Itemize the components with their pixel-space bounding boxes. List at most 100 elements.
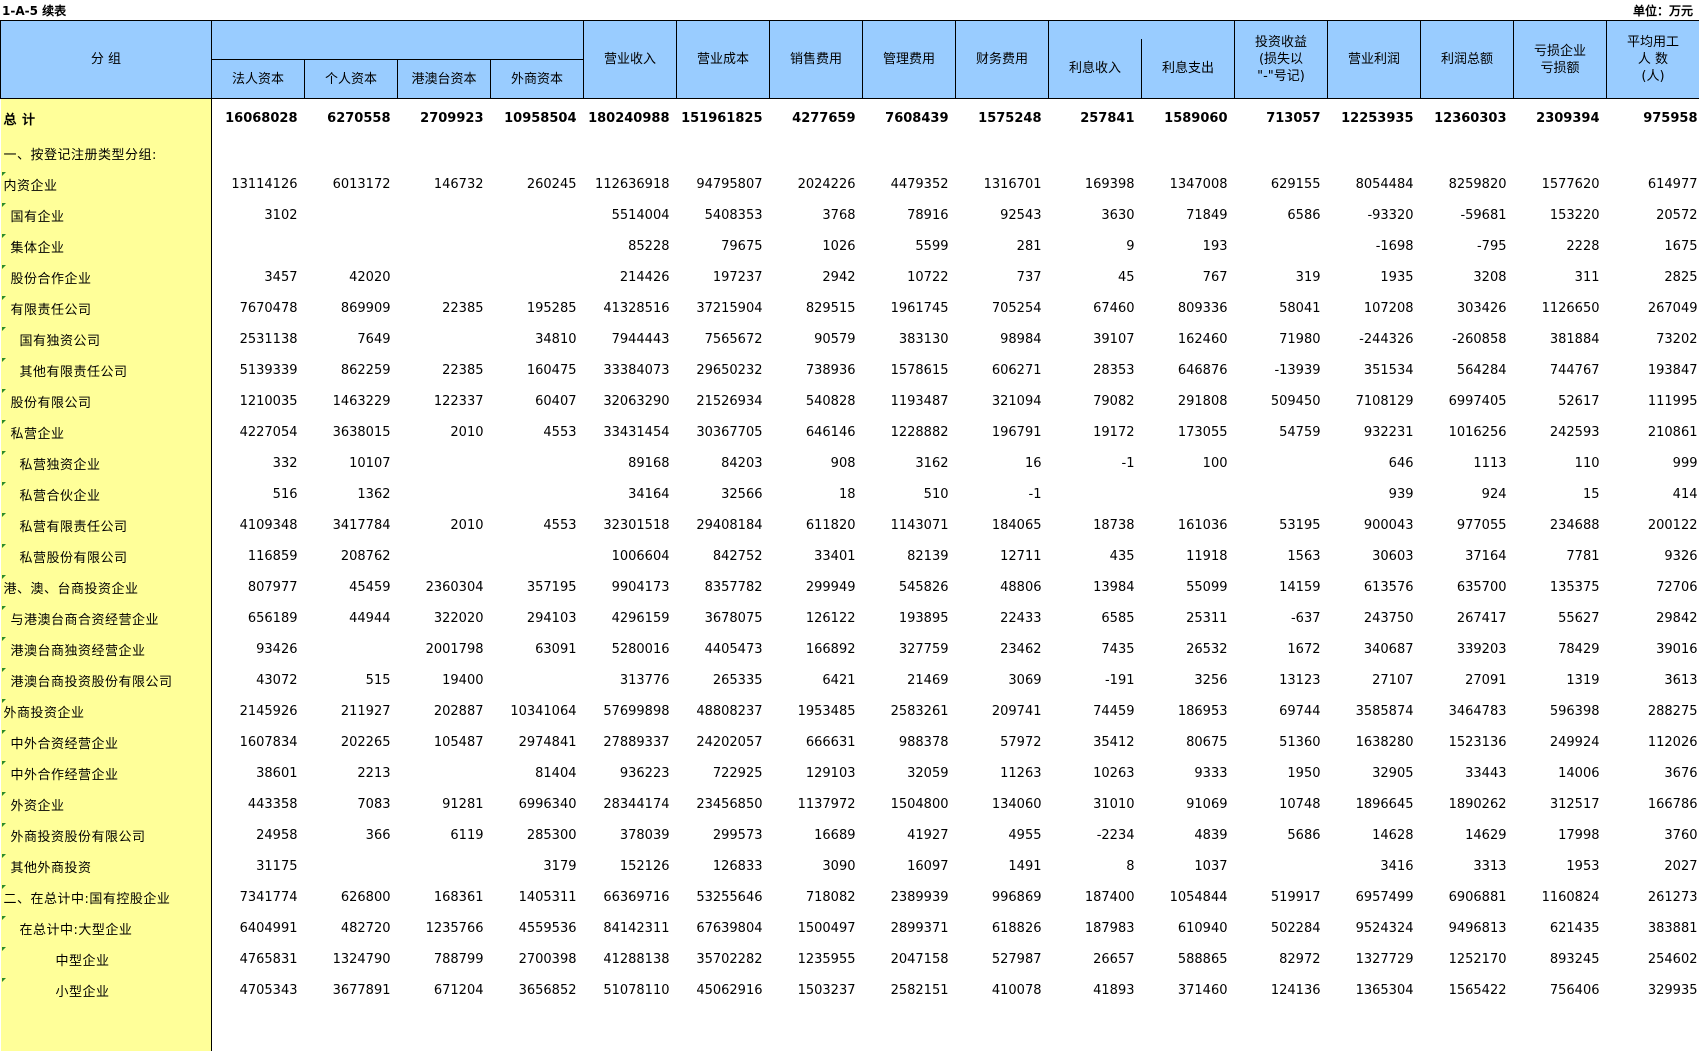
table-cell [1234, 479, 1328, 510]
header-interest-income: 利息收入 [1048, 38, 1142, 99]
header-group: 分 组 [0, 20, 212, 99]
table-cell [211, 138, 305, 169]
table-cell: 1316701 [955, 169, 1049, 200]
table-cell: 91281 [397, 789, 491, 820]
table-cell: 211927 [304, 696, 398, 727]
table-cell: 31175 [211, 851, 305, 882]
table-cell: 988378 [862, 727, 956, 758]
table-cell: 869909 [304, 293, 398, 324]
table-cell: 11918 [1141, 541, 1235, 572]
table-cell: 45 [1048, 262, 1142, 293]
table-cell: 3760 [1606, 820, 1699, 851]
table-cell: 722925 [676, 758, 770, 789]
table-cell: 5139339 [211, 355, 305, 386]
table-cell: 152126 [583, 851, 677, 882]
table-cell: 299573 [676, 820, 770, 851]
table-cell: 112636918 [583, 169, 677, 200]
table-cell: 10263 [1048, 758, 1142, 789]
table-cell: 1953485 [769, 696, 863, 727]
table-cell: 1324790 [304, 944, 398, 975]
table-cell: 10722 [862, 262, 956, 293]
table-cell: 90579 [769, 324, 863, 355]
table-cell: 57699898 [583, 696, 677, 727]
table-cell: 260245 [490, 169, 584, 200]
table-cell: 82139 [862, 541, 956, 572]
table-cell: 1896645 [1327, 789, 1421, 820]
table-cell: 613576 [1327, 572, 1421, 603]
table-cell: 55099 [1141, 572, 1235, 603]
table-cell: 2047158 [862, 944, 956, 975]
table-cell: 527987 [955, 944, 1049, 975]
table-cell: 294103 [490, 603, 584, 634]
table-cell: 1935 [1327, 262, 1421, 293]
table-header: 分 组 营业收入 营业成本 销售费用 管理费用 财务费用 投资收益 (损失以 "… [0, 20, 1699, 99]
table-cell: 173055 [1141, 417, 1235, 448]
table-row: 中外合作经营企业 38601 2213 81404 936223 722925 129103… [0, 758, 1699, 789]
table-cell: 94795807 [676, 169, 770, 200]
table-cell [397, 1006, 491, 1051]
table-cell: 3638015 [304, 417, 398, 448]
table-row: 国有企业 3102 5514004 5408353 3768 78916 92543 3630… [0, 200, 1699, 231]
row-label: 港、澳、台商投资企业 [0, 572, 212, 603]
header-revenue: 营业收入 [583, 20, 677, 99]
table-row: 股份合作企业 3457 42020 214426 197237 2942 10722 737 4… [0, 262, 1699, 293]
table-cell: 41893 [1048, 975, 1142, 1006]
table-cell: 32059 [862, 758, 956, 789]
table-row: 中型企业 4765831 1324790 788799 2700398 41288138 3… [0, 944, 1699, 975]
table-cell: 1362 [304, 479, 398, 510]
table-cell: 45062916 [676, 975, 770, 1006]
table-cell: 410078 [955, 975, 1049, 1006]
table-row: 小型企业 4705343 3677891 671204 3656852 51078110 4… [0, 975, 1699, 1006]
table-cell: 610940 [1141, 913, 1235, 944]
table-cell: 381884 [1513, 324, 1607, 355]
table-cell: 281 [955, 231, 1049, 262]
table-cell: 807977 [211, 572, 305, 603]
table-cell: 78916 [862, 200, 956, 231]
table-cell: 5408353 [676, 200, 770, 231]
table-cell: 146732 [397, 169, 491, 200]
table-cell: 7670478 [211, 293, 305, 324]
table-cell: 378039 [583, 820, 677, 851]
table-cell [397, 448, 491, 479]
row-label: 内资企业 [0, 169, 212, 200]
table-cell: 33384073 [583, 355, 677, 386]
table-cell [490, 665, 584, 696]
table-cell: 135375 [1513, 572, 1607, 603]
row-label: 集体企业 [0, 231, 212, 262]
table-cell: 66369716 [583, 882, 677, 913]
header-foreign-capital: 外商资本 [490, 59, 584, 99]
table-cell [1327, 138, 1421, 169]
table-cell: 249924 [1513, 727, 1607, 758]
table-cell [304, 634, 398, 665]
table-cell: 646 [1327, 448, 1421, 479]
table-cell: 100 [1141, 448, 1235, 479]
table-cell: 53255646 [676, 882, 770, 913]
table-cell: 81404 [490, 758, 584, 789]
table-cell: 288275 [1606, 696, 1699, 727]
table-cell [304, 138, 398, 169]
table-cell [490, 541, 584, 572]
table-cell: 35702282 [676, 944, 770, 975]
table-cell: 435 [1048, 541, 1142, 572]
table-cell: 1193487 [862, 386, 956, 417]
table-cell: 16 [955, 448, 1049, 479]
table-cell: 1565422 [1420, 975, 1514, 1006]
table-row: 外资企业 443358 7083 91281 6996340 28344174 234568… [0, 789, 1699, 820]
table-cell: 3768 [769, 200, 863, 231]
table-cell: 842752 [676, 541, 770, 572]
table-cell: 3585874 [1327, 696, 1421, 727]
table-cell: -244326 [1327, 324, 1421, 355]
table-cell: 319 [1234, 262, 1328, 293]
table-cell: 243750 [1327, 603, 1421, 634]
table-cell: 1037 [1141, 851, 1235, 882]
header-finance-expense: 财务费用 [955, 20, 1049, 99]
table-cell: 936223 [583, 758, 677, 789]
table-cell: 1672 [1234, 634, 1328, 665]
table-cell [583, 138, 677, 169]
table-cell: 52617 [1513, 386, 1607, 417]
row-label: 国有企业 [0, 200, 212, 231]
header-cost: 营业成本 [676, 20, 770, 99]
table-cell: 1589060 [1141, 98, 1235, 138]
table-cell: 4839 [1141, 820, 1235, 851]
table-cell: 19400 [397, 665, 491, 696]
